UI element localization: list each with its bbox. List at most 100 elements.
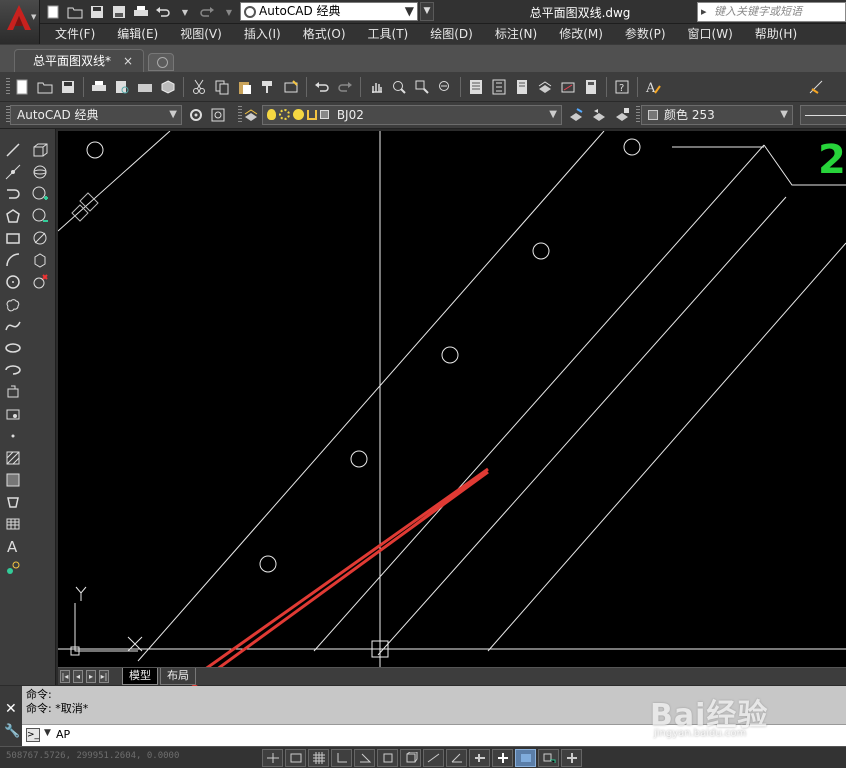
hatch-icon[interactable]: [2, 447, 24, 469]
delete-solid-icon[interactable]: [29, 271, 51, 293]
properties-icon[interactable]: [466, 77, 486, 97]
tool-palettes-icon[interactable]: [512, 77, 532, 97]
last-layout-button[interactable]: ▸|: [99, 670, 109, 683]
tab-model[interactable]: 模型: [122, 668, 158, 685]
new-tab-button[interactable]: [148, 53, 174, 71]
add-selected-icon[interactable]: [2, 557, 24, 579]
menu-help[interactable]: 帮助(H): [744, 24, 808, 44]
toolbar-grip[interactable]: [6, 78, 10, 96]
paste-icon[interactable]: [235, 77, 255, 97]
new-file-icon[interactable]: [44, 3, 62, 21]
menu-insert[interactable]: 插入(I): [233, 24, 292, 44]
help-search-input[interactable]: ▸ 键入关键字或短语: [697, 2, 846, 22]
menu-format[interactable]: 格式(O): [292, 24, 357, 44]
pan-icon[interactable]: [366, 77, 386, 97]
save-icon[interactable]: [58, 77, 78, 97]
menu-tools[interactable]: 工具(T): [357, 24, 420, 44]
dynamic-input-icon[interactable]: [469, 749, 490, 767]
save-icon[interactable]: [88, 3, 106, 21]
point-icon[interactable]: [2, 425, 24, 447]
open-icon[interactable]: [35, 77, 55, 97]
workspace-style-select[interactable]: AutoCAD 经典 ▼: [10, 105, 182, 125]
cut-icon[interactable]: [189, 77, 209, 97]
zoom-window-icon[interactable]: [412, 77, 432, 97]
wrench-icon[interactable]: 🔧: [4, 724, 20, 739]
object-snap-icon[interactable]: [377, 749, 398, 767]
revision-cloud-icon[interactable]: [2, 293, 24, 315]
sun-icon[interactable]: [279, 109, 290, 120]
selection-cycling-icon[interactable]: [561, 749, 582, 767]
insert-block-icon[interactable]: [2, 381, 24, 403]
section-plane-icon[interactable]: [29, 227, 51, 249]
undo-icon[interactable]: [154, 3, 172, 21]
prev-layout-button[interactable]: ◂: [73, 670, 83, 683]
close-icon[interactable]: ×: [123, 50, 133, 72]
publish-icon[interactable]: [135, 77, 155, 97]
save-as-icon[interactable]: [110, 3, 128, 21]
infer-constraints-icon[interactable]: [262, 749, 283, 767]
tab-layout[interactable]: 布局: [160, 668, 196, 685]
redo-dropdown-icon[interactable]: ▼: [220, 3, 238, 21]
zoom-realtime-icon[interactable]: [389, 77, 409, 97]
sphere-subtract-icon[interactable]: [29, 205, 51, 227]
table-icon[interactable]: [2, 513, 24, 535]
undo-dropdown-icon[interactable]: ▼: [176, 3, 194, 21]
plot-icon[interactable]: [89, 77, 109, 97]
menu-draw[interactable]: 绘图(D): [419, 24, 484, 44]
next-layout-button[interactable]: ▸: [86, 670, 96, 683]
spline-icon[interactable]: [2, 315, 24, 337]
menu-file[interactable]: 文件(F): [40, 24, 106, 44]
open-folder-icon[interactable]: [66, 3, 84, 21]
line-icon[interactable]: [2, 139, 24, 161]
plot-preview-icon[interactable]: [112, 77, 132, 97]
menu-view[interactable]: 视图(V): [169, 24, 233, 44]
layer-previous-icon[interactable]: [589, 105, 609, 125]
sun-viewport-icon[interactable]: [293, 109, 304, 120]
zoom-previous-icon[interactable]: [435, 77, 455, 97]
color-select[interactable]: 颜色 253 ▼: [641, 105, 793, 125]
object-snap-tracking-icon[interactable]: [423, 749, 444, 767]
ellipse-arc-icon[interactable]: [2, 359, 24, 381]
transparency-icon[interactable]: [515, 749, 536, 767]
redo-icon[interactable]: [335, 77, 355, 97]
menu-parametric[interactable]: 参数(P): [614, 24, 677, 44]
file-tab[interactable]: 总平面图双线* ×: [14, 49, 144, 73]
application-menu-button[interactable]: ▼: [0, 0, 40, 44]
quick-properties-icon[interactable]: [538, 749, 559, 767]
lightbulb-icon[interactable]: [267, 109, 276, 120]
menu-window[interactable]: 窗口(W): [677, 24, 744, 44]
help-icon[interactable]: ?: [612, 77, 632, 97]
layer-select[interactable]: BJ02 ▼: [262, 105, 562, 125]
dynamic-ucs-icon[interactable]: [446, 749, 467, 767]
polyline-icon[interactable]: [2, 183, 24, 205]
markup-icon[interactable]: [558, 77, 578, 97]
recent-commands-dropdown-icon[interactable]: ▼: [44, 728, 51, 738]
first-layout-button[interactable]: |◂: [60, 670, 70, 683]
workspace-settings-icon[interactable]: [186, 105, 206, 125]
new-icon[interactable]: [12, 77, 32, 97]
sphere-icon[interactable]: [29, 161, 51, 183]
sphere-add-icon[interactable]: [29, 183, 51, 205]
qat-customize-button[interactable]: ▼: [420, 2, 434, 21]
dimension-style-icon[interactable]: [806, 77, 826, 97]
block-editor-icon[interactable]: [281, 77, 301, 97]
polygon-icon[interactable]: [2, 205, 24, 227]
3d-print-icon[interactable]: [158, 77, 178, 97]
menu-dimension[interactable]: 标注(N): [484, 24, 548, 44]
arc-icon[interactable]: [2, 249, 24, 271]
menu-edit[interactable]: 编辑(E): [106, 24, 169, 44]
copy-icon[interactable]: [212, 77, 232, 97]
multiline-text-icon[interactable]: A: [2, 535, 24, 557]
lineweight-icon[interactable]: [492, 749, 513, 767]
undo-icon[interactable]: [312, 77, 332, 97]
gradient-icon[interactable]: [2, 469, 24, 491]
menu-modify[interactable]: 修改(M): [548, 24, 614, 44]
calculator-icon[interactable]: [581, 77, 601, 97]
ortho-mode-icon[interactable]: [331, 749, 352, 767]
solid-view-icon[interactable]: [29, 249, 51, 271]
close-icon[interactable]: ✕: [5, 701, 17, 717]
design-center-icon[interactable]: [489, 77, 509, 97]
make-block-icon[interactable]: [2, 403, 24, 425]
make-layer-current-icon[interactable]: [566, 105, 586, 125]
polar-tracking-icon[interactable]: [354, 749, 375, 767]
